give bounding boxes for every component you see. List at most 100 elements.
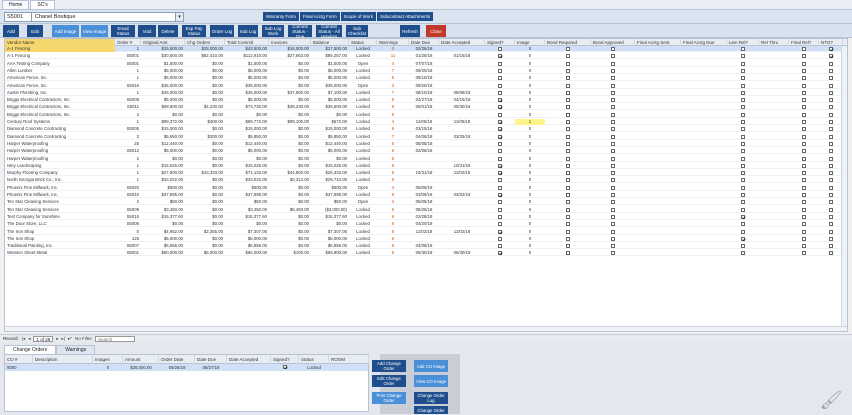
cell-vendor[interactable]: The Iron Shop xyxy=(5,229,115,235)
signed-checkbox[interactable] xyxy=(498,229,502,234)
column-header-signed[interactable]: Signed? xyxy=(485,39,515,46)
lien-release-checkbox[interactable] xyxy=(741,83,745,88)
toolbar-add-button[interactable]: Add xyxy=(3,25,19,37)
table-row[interactable]: Briggs Electrical Contractors, Inc. S5011… xyxy=(5,104,847,111)
nto-checkbox[interactable] xyxy=(829,120,833,124)
signed-checkbox[interactable] xyxy=(498,98,502,103)
column-header-balance[interactable]: Balance xyxy=(311,39,349,46)
bond-required-checkbox[interactable] xyxy=(566,68,570,73)
bond-required-checkbox[interactable] xyxy=(566,171,570,176)
edit-change-order-button[interactable]: Edit Change Order xyxy=(372,375,406,387)
signed-checkbox[interactable] xyxy=(498,163,502,168)
add-change-order-button[interactable]: Add Change Order xyxy=(372,360,406,372)
bond-approved-checkbox[interactable] xyxy=(611,207,615,212)
table-row[interactable]: Century Roof Systems 1 $99,372.00 $400.00 $9… xyxy=(5,119,847,125)
nto-checkbox[interactable] xyxy=(829,105,833,110)
cell-vendor[interactable]: The Iron Shop xyxy=(5,236,115,242)
column-header-original-amt[interactable]: Original Amt xyxy=(141,39,185,46)
bond-approved-checkbox[interactable] xyxy=(611,149,615,154)
lien-release-checkbox[interactable] xyxy=(741,149,745,154)
bond-approved-checkbox[interactable] xyxy=(611,61,615,66)
nto-checkbox[interactable] xyxy=(829,127,833,132)
cell-vendor[interactable]: Phoenix Fine Millwork, Inc. xyxy=(5,192,115,198)
table-row[interactable]: North Georgia Brick Co., Inc. 1 $33,022.00… xyxy=(5,177,847,184)
nto-checkbox[interactable] xyxy=(829,149,833,154)
column-header-invoices[interactable]: Invoices xyxy=(269,39,311,46)
signed-checkbox[interactable] xyxy=(498,127,502,132)
cell-vendor[interactable]: Ten Star Cleaning Services xyxy=(5,199,115,205)
print-change-order-button[interactable]: Print Change Order xyxy=(372,392,406,404)
bond-required-checkbox[interactable] xyxy=(566,193,570,197)
cell-vendor[interactable]: A-1 Fencing xyxy=(5,53,115,59)
cell-vendor[interactable]: Austin Plumbing, Inc. xyxy=(5,90,115,96)
lien-release-checkbox[interactable] xyxy=(741,47,745,51)
nto-checkbox[interactable] xyxy=(829,141,833,146)
final-release-checkbox[interactable] xyxy=(802,149,806,154)
bond-required-checkbox[interactable] xyxy=(566,244,570,249)
toolbar-refresh-button[interactable]: Refresh xyxy=(400,25,420,37)
chevron-down-icon[interactable]: ▾ xyxy=(176,12,184,22)
lien-release-checkbox[interactable] xyxy=(741,105,745,110)
bond-approved-checkbox[interactable] xyxy=(611,83,615,88)
signed-checkbox[interactable] xyxy=(498,120,502,124)
lien-release-checkbox[interactable] xyxy=(741,178,745,183)
signed-checkbox[interactable] xyxy=(498,178,502,183)
final-release-checkbox[interactable] xyxy=(802,127,806,132)
tab-change-orders[interactable]: Change Orders xyxy=(4,345,57,354)
lien-release-checkbox[interactable] xyxy=(741,112,745,117)
final-release-checkbox[interactable] xyxy=(802,47,806,51)
bond-required-checkbox[interactable] xyxy=(566,163,570,168)
final-release-checkbox[interactable] xyxy=(802,156,806,161)
cell-vendor[interactable]: Ten Star Cleaning Services xyxy=(5,207,115,213)
signed-checkbox[interactable] xyxy=(498,134,502,139)
signed-checkbox[interactable] xyxy=(498,149,502,154)
lien-release-checkbox[interactable] xyxy=(741,236,745,241)
bond-required-checkbox[interactable] xyxy=(566,207,570,212)
vertical-scrollbar[interactable] xyxy=(841,46,847,331)
cell-vendor[interactable]: Briggs Electrical Contractors, Inc. xyxy=(5,112,115,118)
signed-checkbox[interactable] xyxy=(498,141,502,146)
final-release-checkbox[interactable] xyxy=(802,120,806,124)
nto-checkbox[interactable] xyxy=(829,200,833,205)
final-release-checkbox[interactable] xyxy=(802,54,806,59)
subcontract-attachments-button[interactable]: Subcontract Attachments xyxy=(377,12,434,21)
nto-checkbox[interactable] xyxy=(829,185,833,190)
lien-release-checkbox[interactable] xyxy=(741,68,745,73)
co-column-order-date[interactable]: Order Date xyxy=(159,355,195,364)
bond-approved-checkbox[interactable] xyxy=(611,127,615,132)
bond-approved-checkbox[interactable] xyxy=(611,90,615,95)
tab-home[interactable]: Home xyxy=(2,0,30,9)
final-release-checkbox[interactable] xyxy=(802,90,806,95)
nto-checkbox[interactable] xyxy=(829,90,833,95)
lien-release-checkbox[interactable] xyxy=(741,244,745,249)
bond-approved-checkbox[interactable] xyxy=(611,171,615,176)
cell-vendor[interactable]: Diamond Concrete Contracting xyxy=(5,134,115,140)
toolbar-commit-status-all-vendors-button[interactable]: Commit Status - All Vendors xyxy=(316,24,342,39)
table-row[interactable]: Diamond Concrete Contracting S5005 $15,000… xyxy=(5,126,847,133)
warranty-form-button[interactable]: Warranty Form xyxy=(263,12,299,21)
nto-checkbox[interactable] xyxy=(829,68,833,73)
bond-required-checkbox[interactable] xyxy=(566,200,570,205)
table-row[interactable]: Briggs Electrical Contractors, Inc. 2 $0.0… xyxy=(5,112,847,118)
column-header-vendor-name[interactable]: Vendor Name xyxy=(5,39,115,46)
bond-approved-checkbox[interactable] xyxy=(611,244,615,249)
cell-vendor[interactable]: Harper Waterproofing xyxy=(5,156,115,162)
column-header-nto[interactable]: NTO? xyxy=(819,39,843,46)
toolbar-void-button[interactable]: Void xyxy=(138,25,156,37)
record-position-field[interactable]: 1 of 29 xyxy=(33,335,54,342)
toolbar-edit-button[interactable]: Edit xyxy=(27,25,43,37)
bond-required-checkbox[interactable] xyxy=(566,61,570,66)
search-input[interactable]: Search xyxy=(94,335,135,342)
lien-release-checkbox[interactable] xyxy=(741,141,745,146)
column-header-order[interactable]: Order # xyxy=(115,39,141,46)
final-release-checkbox[interactable] xyxy=(802,193,806,197)
bond-required-checkbox[interactable] xyxy=(566,229,570,234)
bond-required-checkbox[interactable] xyxy=(566,105,570,110)
final-release-checkbox[interactable] xyxy=(802,83,806,88)
bond-approved-checkbox[interactable] xyxy=(611,68,615,73)
bond-approved-checkbox[interactable] xyxy=(611,178,615,183)
table-row[interactable]: Diamond Concrete Contracting 2 $5,550.00 $3… xyxy=(5,134,847,140)
co-column-description[interactable]: Description xyxy=(33,355,93,364)
lien-release-checkbox[interactable] xyxy=(741,76,745,81)
bond-approved-checkbox[interactable] xyxy=(611,236,615,241)
